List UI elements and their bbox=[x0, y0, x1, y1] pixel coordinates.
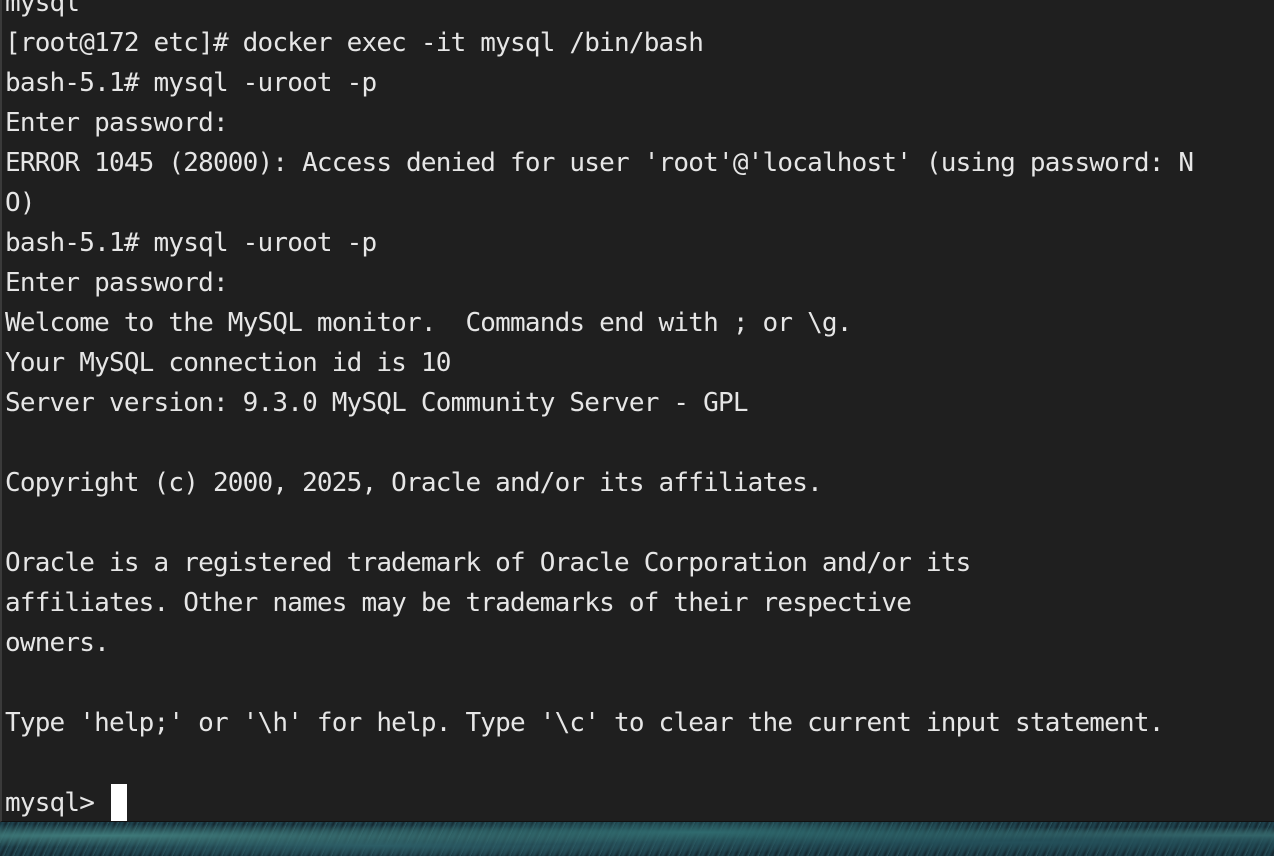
terminal-line: Oracle is a registered trademark of Orac… bbox=[5, 548, 971, 578]
terminal-line: Your MySQL connection id is 10 bbox=[5, 348, 451, 378]
terminal-line: Welcome to the MySQL monitor. Commands e… bbox=[5, 308, 852, 338]
terminal-line: Type 'help;' or '\h' for help. Type '\c'… bbox=[5, 708, 1164, 738]
terminal-line: bash-5.1# mysql -uroot -p bbox=[5, 68, 377, 98]
desktop-wallpaper bbox=[0, 822, 1274, 856]
terminal-line: O) bbox=[5, 188, 36, 218]
terminal-line: mysql bbox=[5, 0, 80, 18]
terminal-line: Copyright (c) 2000, 2025, Oracle and/or … bbox=[5, 468, 823, 498]
terminal-line: Server version: 9.3.0 MySQL Community Se… bbox=[5, 388, 748, 418]
mysql-prompt: mysql> bbox=[5, 788, 95, 818]
terminal-line: affiliates. Other names may be trademark… bbox=[5, 588, 912, 618]
mysql-prompt-line[interactable]: mysql> bbox=[5, 783, 1193, 821]
terminal-line: Enter password: bbox=[5, 268, 229, 298]
terminal-line: [root@172 etc]# docker exec -it mysql /b… bbox=[5, 28, 704, 58]
error-line: ERROR 1045 (28000): Access denied for us… bbox=[5, 148, 1194, 178]
terminal-line: owners. bbox=[5, 628, 110, 658]
terminal-line: bash-5.1# mysql -uroot -p bbox=[5, 228, 377, 258]
terminal-window[interactable]: mysql [root@172 etc]# docker exec -it my… bbox=[0, 0, 1274, 822]
text-cursor[interactable] bbox=[111, 784, 128, 821]
terminal-line: Enter password: bbox=[5, 108, 229, 138]
terminal-output: mysql [root@172 etc]# docker exec -it my… bbox=[5, 0, 1194, 821]
